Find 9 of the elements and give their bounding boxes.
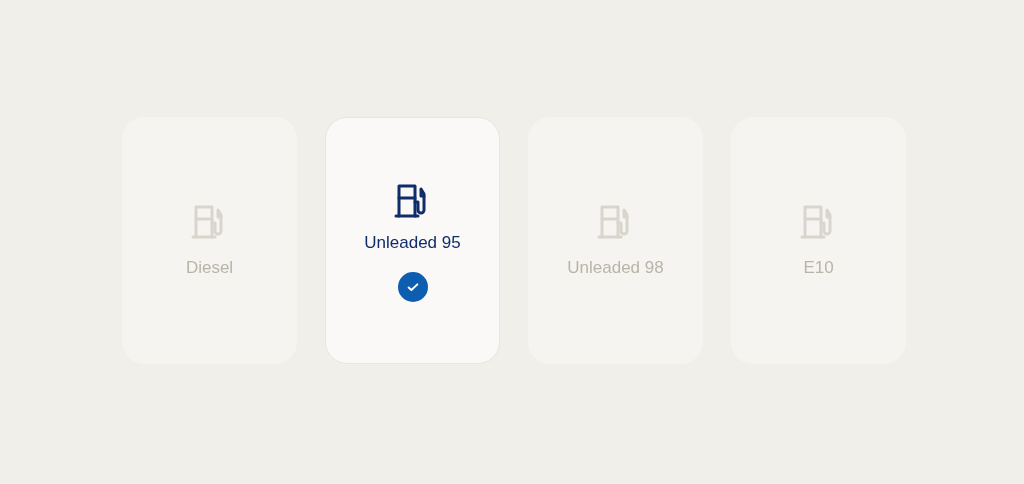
fuel-option-label: Unleaded 98 [567,256,664,279]
fuel-option-card[interactable]: Unleaded 95 [325,117,500,364]
fuel-option-card[interactable]: Unleaded 98 [528,117,703,364]
fuel-option-label: Diesel [185,256,234,279]
fuel-option-card[interactable]: Diesel [122,117,297,364]
check-icon [397,271,428,302]
fuel-option-label: Unleaded 95 [364,232,461,254]
fuel-option-label: E10 [803,256,834,279]
fuel-option-card[interactable]: E10 [731,117,906,364]
